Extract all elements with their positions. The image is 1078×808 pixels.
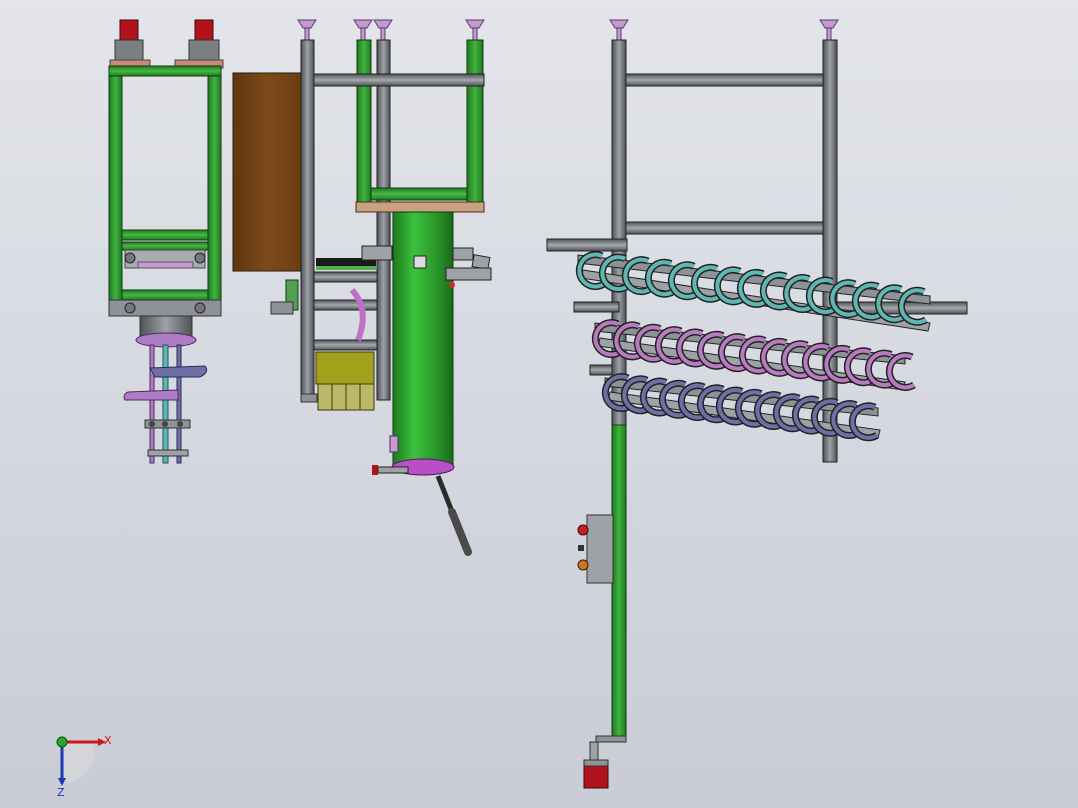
middle-frame-assembly xyxy=(232,19,492,556)
top-motor-right xyxy=(174,19,224,69)
triad-x-label: X xyxy=(104,734,112,747)
cad-model-scene xyxy=(108,19,968,789)
top-motor-left xyxy=(109,19,151,69)
left-frame-assembly xyxy=(108,19,224,464)
right-rack-assembly xyxy=(546,19,968,789)
cad-viewport[interactable]: X Z xyxy=(0,0,1078,808)
coordinate-triad-icon: X Z xyxy=(56,734,112,798)
triad-z-label: Z xyxy=(57,786,65,798)
